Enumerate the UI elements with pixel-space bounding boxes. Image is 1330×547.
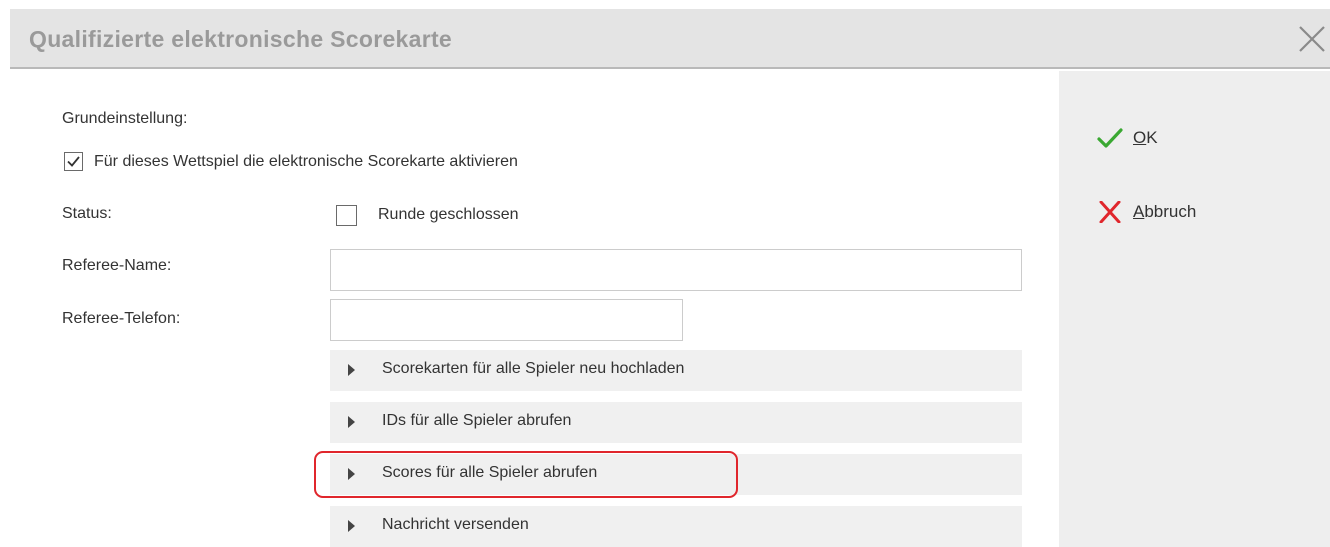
round-closed-checkbox[interactable] xyxy=(336,205,357,226)
action-label: IDs für alle Spieler abrufen xyxy=(382,412,572,429)
side-button-panel: OK Abbruch xyxy=(1059,71,1330,547)
close-button[interactable] xyxy=(1296,23,1328,55)
referee-name-label: Referee-Name: xyxy=(62,257,172,274)
x-icon xyxy=(1097,200,1123,224)
action-label: Scorekarten für alle Spieler neu hochlad… xyxy=(382,360,685,377)
action-send-message[interactable]: Nachricht versenden xyxy=(330,506,1022,547)
activate-scorecard-checkbox[interactable] xyxy=(64,152,83,171)
section-label: Grundeinstellung: xyxy=(62,110,188,127)
expand-arrow-icon xyxy=(348,520,355,532)
referee-name-input[interactable] xyxy=(330,249,1022,291)
checkmark-icon xyxy=(1097,127,1123,149)
ok-button[interactable]: OK xyxy=(1097,127,1158,149)
expand-arrow-icon xyxy=(348,468,355,480)
referee-phone-label: Referee-Telefon: xyxy=(62,310,181,327)
cancel-button[interactable]: Abbruch xyxy=(1097,200,1197,224)
referee-phone-input[interactable] xyxy=(330,299,683,341)
close-icon xyxy=(1299,26,1325,52)
cancel-label: Abbruch xyxy=(1133,202,1197,221)
checkmark-small-icon xyxy=(67,156,80,167)
action-label: Nachricht versenden xyxy=(382,516,529,533)
expand-arrow-icon xyxy=(348,364,355,376)
dialog-titlebar: Qualifizierte elektronische Scorekarte xyxy=(10,9,1330,69)
action-reupload-scorecards[interactable]: Scorekarten für alle Spieler neu hochlad… xyxy=(330,350,1022,391)
expand-arrow-icon xyxy=(348,416,355,428)
action-fetch-scores[interactable]: Scores für alle Spieler abrufen xyxy=(330,454,1022,495)
action-fetch-ids[interactable]: IDs für alle Spieler abrufen xyxy=(330,402,1022,443)
ok-label: OK xyxy=(1133,128,1158,147)
round-closed-label: Runde geschlossen xyxy=(378,206,519,223)
dialog-title: Qualifizierte elektronische Scorekarte xyxy=(29,26,453,52)
action-label: Scores für alle Spieler abrufen xyxy=(382,464,598,481)
status-label: Status: xyxy=(62,205,112,222)
activate-scorecard-label: Für dieses Wettspiel die elektronische S… xyxy=(94,153,518,170)
